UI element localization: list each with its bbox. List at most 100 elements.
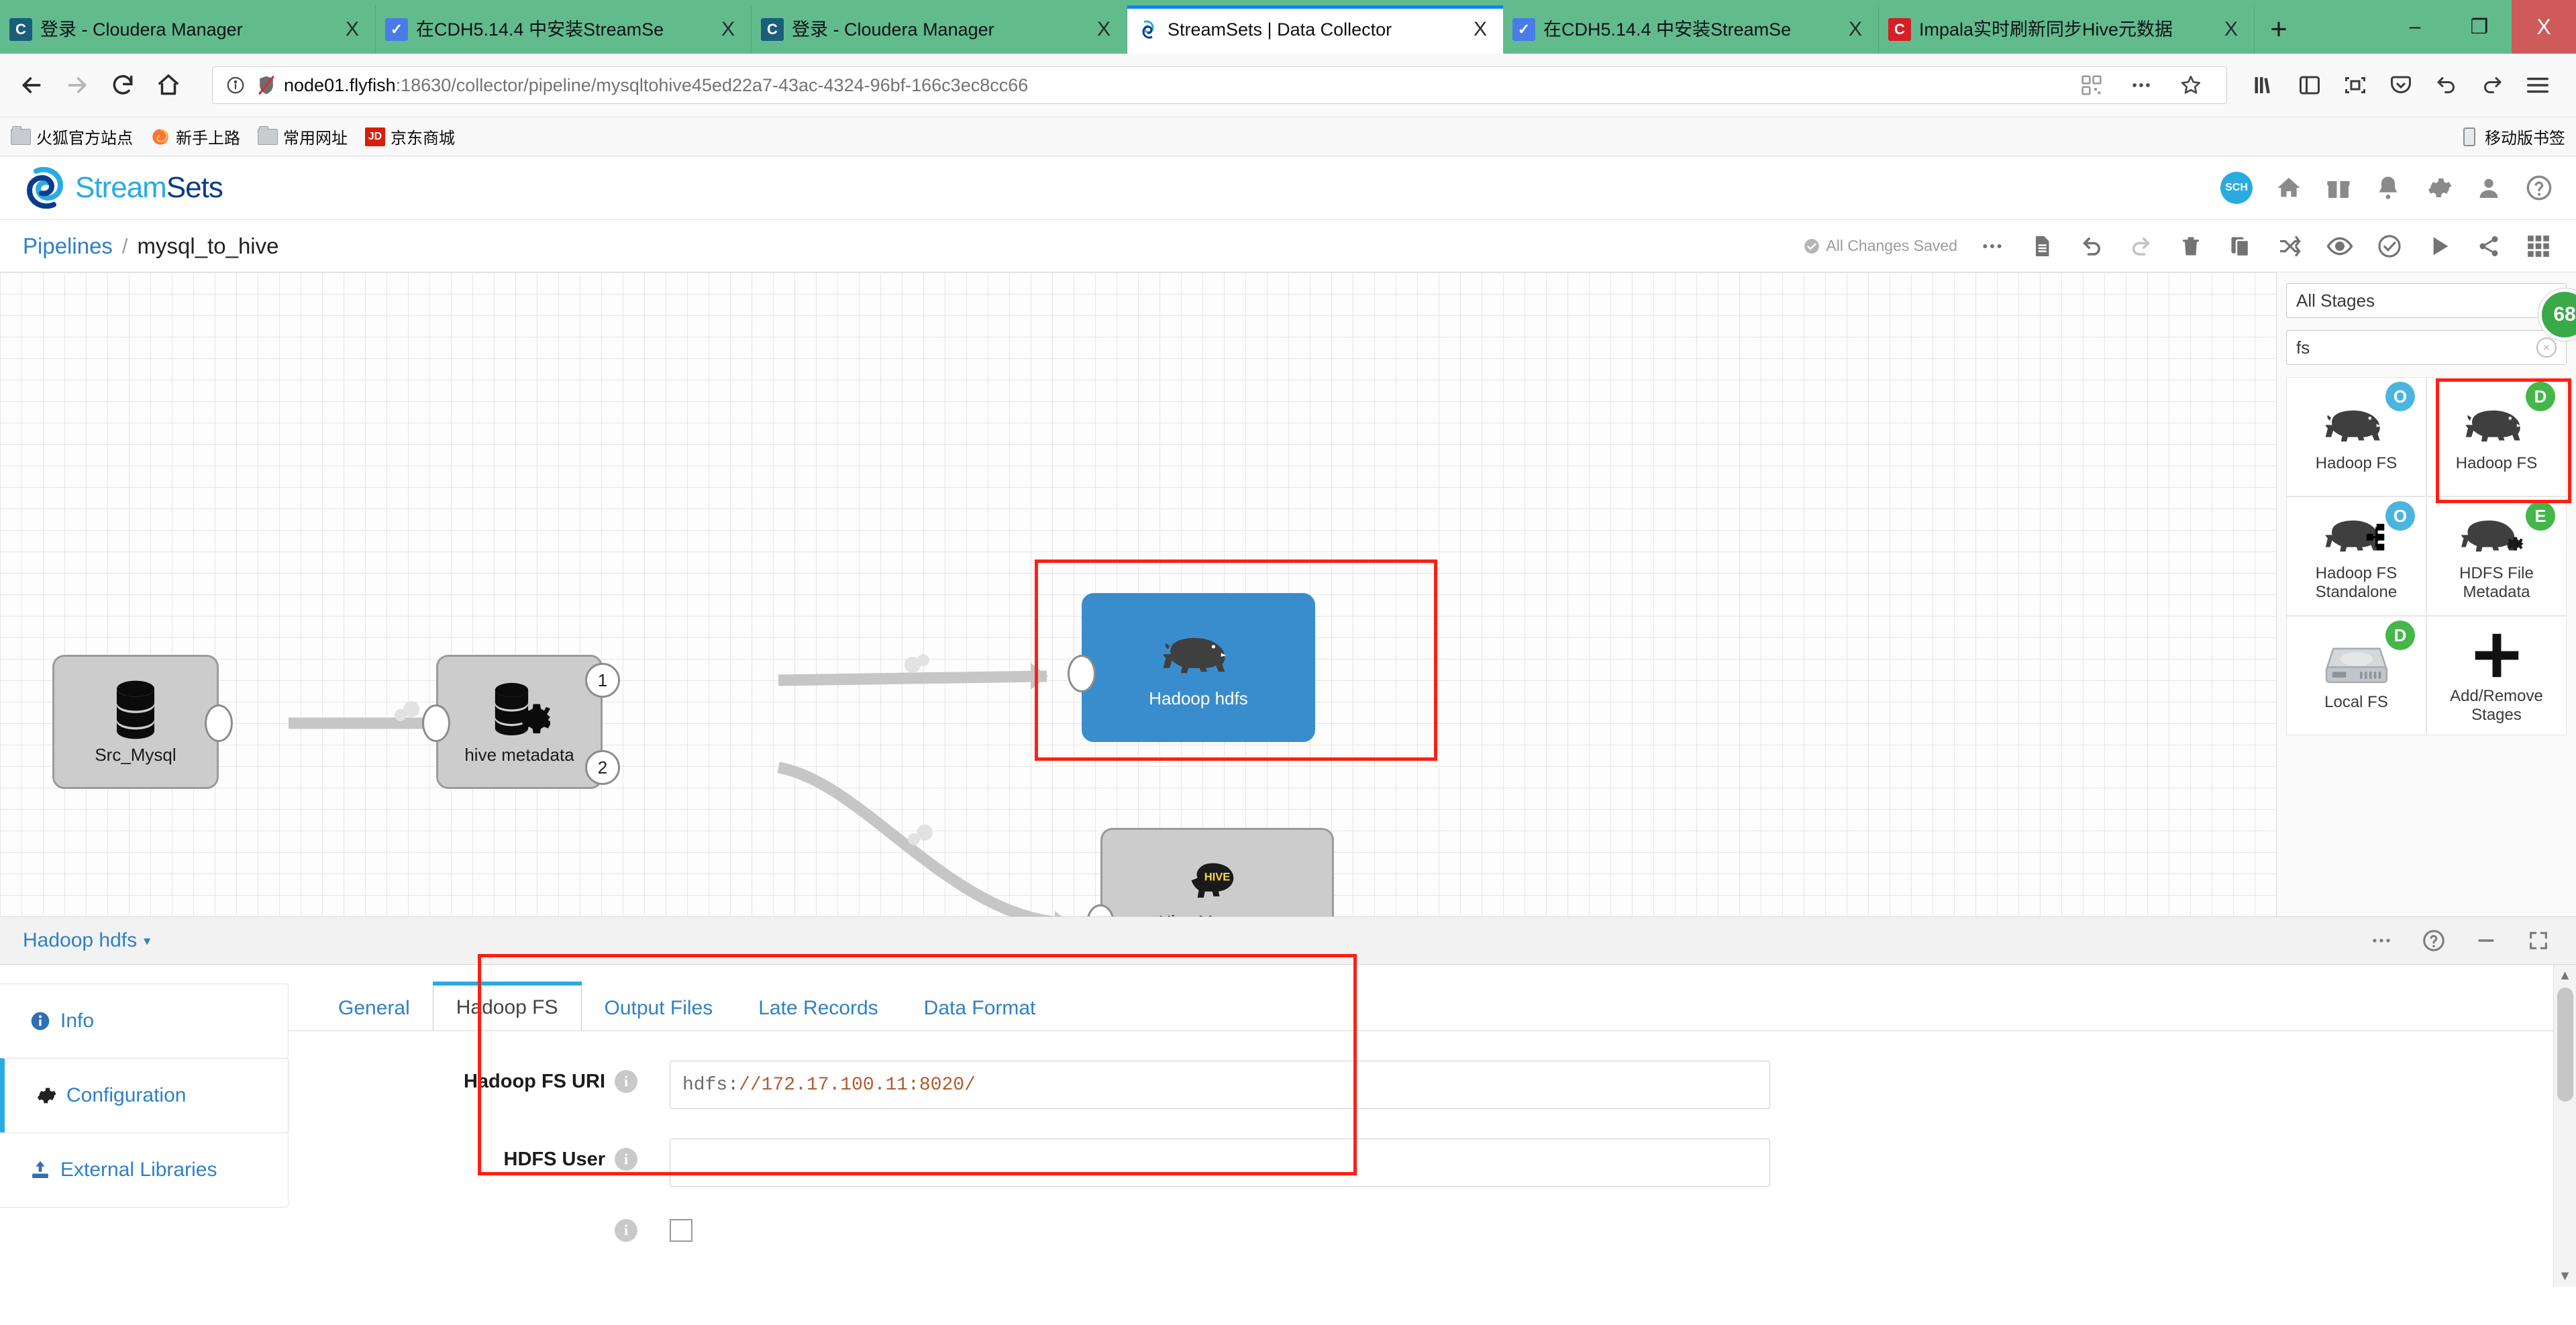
pipeline-stage-hive-metadata[interactable]: hive metadata xyxy=(436,655,603,789)
shuffle-icon[interactable] xyxy=(2275,231,2305,261)
sidebar-item-configuration[interactable]: Configuration xyxy=(0,1058,289,1133)
stage-library-item-hadoop-fs-origin[interactable]: O Hadoop FS xyxy=(2286,377,2426,496)
gear-icon[interactable] xyxy=(2424,174,2453,202)
new-tab-button[interactable]: + xyxy=(2255,5,2303,54)
reload-icon[interactable] xyxy=(103,66,142,105)
clear-icon[interactable]: × xyxy=(2536,337,2557,358)
help-icon[interactable] xyxy=(2525,174,2553,202)
stage-library-item-local-fs[interactable]: D Local FS xyxy=(2286,616,2426,735)
scroll-up-icon[interactable]: ▲ xyxy=(2554,965,2576,986)
browser-tab[interactable]: C Impala实时刷新同步Hive元数据 X xyxy=(1879,5,2255,54)
close-icon[interactable]: X xyxy=(1467,18,1494,41)
stage-search-input[interactable]: fs × xyxy=(2286,330,2567,365)
info-icon[interactable] xyxy=(222,72,249,99)
preview-icon[interactable] xyxy=(2325,231,2355,261)
shield-off-icon[interactable] xyxy=(253,72,280,99)
grid-icon[interactable] xyxy=(2524,231,2553,261)
properties-panel-title[interactable]: Hadoop hdfs xyxy=(23,929,137,952)
stage-input-port[interactable] xyxy=(422,704,450,742)
breadcrumb-pipelines[interactable]: Pipelines xyxy=(23,233,113,259)
library-icon[interactable] xyxy=(2245,66,2283,105)
bookmark-item[interactable]: 火狐官方站点 xyxy=(11,125,133,148)
help-icon[interactable] xyxy=(2419,926,2449,955)
notes-icon[interactable] xyxy=(2027,231,2057,261)
properties-scrollbar[interactable]: ▲ ▼ xyxy=(2553,965,2576,1287)
pipeline-canvas[interactable]: Src_Mysql hive metadata 1 2 Hadoop hdfs … xyxy=(0,272,2276,916)
close-icon[interactable]: X xyxy=(2218,18,2245,41)
info-icon[interactable]: i xyxy=(615,1148,637,1171)
duplicate-icon[interactable] xyxy=(2226,231,2255,261)
qrcode-icon[interactable] xyxy=(2072,66,2111,105)
delete-icon[interactable] xyxy=(2176,231,2206,261)
tab-hadoop-fs[interactable]: Hadoop FS xyxy=(432,982,582,1030)
pipeline-stage-src-mysql[interactable]: Src_Mysql xyxy=(52,655,219,789)
bookmark-star-icon[interactable] xyxy=(2171,66,2210,105)
screenshot-icon[interactable] xyxy=(2336,66,2375,105)
bookmark-item[interactable]: 常用网址 xyxy=(258,125,348,148)
redo-icon[interactable] xyxy=(2126,231,2156,261)
chevron-down-icon[interactable]: ▾ xyxy=(144,933,150,949)
browser-tab[interactable]: ✓ 在CDH5.14.4 中安装StreamSe X xyxy=(376,5,752,54)
stage-input-port[interactable] xyxy=(1068,655,1096,692)
info-icon[interactable]: i xyxy=(615,1219,637,1242)
bell-icon[interactable] xyxy=(2375,174,2402,201)
stage-library-item-add-remove-stages[interactable]: Add/Remove Stages xyxy=(2426,616,2567,735)
close-icon[interactable]: X xyxy=(1842,18,1869,41)
close-icon[interactable]: X xyxy=(1090,18,1117,41)
window-close-button[interactable]: X xyxy=(2512,0,2576,54)
start-icon[interactable] xyxy=(2424,231,2454,261)
menu-icon[interactable] xyxy=(2518,66,2557,105)
expand-icon[interactable] xyxy=(2524,926,2553,955)
pipeline-stage-hadoop-hdfs[interactable]: Hadoop hdfs xyxy=(1082,593,1315,742)
sch-badge[interactable]: SCH xyxy=(2220,172,2253,204)
undo-icon[interactable] xyxy=(2427,66,2466,105)
url-bar[interactable]: node01.flyfish:18630/collector/pipeline/… xyxy=(212,66,2227,104)
bookmark-mobile-folder[interactable]: 移动版书签 xyxy=(2459,125,2565,148)
browser-tab-active[interactable]: StreamSets | Data Collector X xyxy=(1127,5,1503,54)
info-icon[interactable]: i xyxy=(615,1070,637,1093)
home-icon[interactable] xyxy=(2275,174,2302,201)
sidebar-item-external-libraries[interactable]: External Libraries xyxy=(0,1132,289,1208)
browser-tab[interactable]: ✓ 在CDH5.14.4 中安装StreamSe X xyxy=(1503,5,1879,54)
stage-output-port[interactable] xyxy=(205,704,233,742)
stage-library-item-hadoop-fs-standalone[interactable]: O Hadoop FS Standalone xyxy=(2286,496,2426,616)
kerberos-checkbox[interactable] xyxy=(670,1219,692,1242)
home-icon[interactable] xyxy=(149,66,188,105)
tab-data-format[interactable]: Data Format xyxy=(901,985,1059,1030)
share-icon[interactable] xyxy=(2474,231,2504,261)
gift-icon[interactable] xyxy=(2325,174,2352,201)
more-icon[interactable] xyxy=(2122,66,2161,105)
close-icon[interactable]: X xyxy=(715,18,741,41)
sidebar-item-info[interactable]: Info xyxy=(0,984,289,1059)
stage-output-lane-1[interactable]: 1 xyxy=(585,663,620,698)
restore-button[interactable]: ❐ xyxy=(2447,0,2512,54)
user-icon[interactable] xyxy=(2475,174,2502,201)
browser-tab[interactable]: C 登录 - Cloudera Manager X xyxy=(0,5,376,54)
stage-output-lane-2[interactable]: 2 xyxy=(585,750,620,785)
validate-icon[interactable] xyxy=(2375,231,2404,261)
stage-library-item-hdfs-file-metadata[interactable]: E HDFS File Metadata xyxy=(2426,496,2567,616)
more-icon[interactable] xyxy=(1977,231,2007,261)
scroll-down-icon[interactable]: ▼ xyxy=(2554,1265,2576,1287)
sidebar-icon[interactable] xyxy=(2290,66,2329,105)
pocket-icon[interactable] xyxy=(2381,66,2420,105)
stage-library-item-hadoop-fs-destination[interactable]: D Hadoop FS xyxy=(2426,377,2567,496)
tab-late-records[interactable]: Late Records xyxy=(735,985,900,1030)
redo-icon[interactable] xyxy=(2473,66,2512,105)
more-icon[interactable] xyxy=(2367,926,2396,955)
hdfs-user-input[interactable] xyxy=(670,1138,1770,1187)
forward-icon[interactable] xyxy=(58,66,97,105)
bookmark-item[interactable]: JD 京东商城 xyxy=(365,125,455,148)
streamsets-logo[interactable]: StreamSets xyxy=(23,167,223,209)
minimize-button[interactable]: – xyxy=(2383,0,2447,54)
stage-filter-select[interactable]: All Stages ▾ xyxy=(2286,283,2567,318)
hadoop-fs-uri-input[interactable]: hdfs://172.17.100.11:8020/ xyxy=(670,1061,1770,1109)
minimize-icon[interactable] xyxy=(2471,926,2501,955)
tab-output-files[interactable]: Output Files xyxy=(582,985,736,1030)
close-icon[interactable]: X xyxy=(339,18,366,41)
bookmark-item[interactable]: 新手上路 xyxy=(150,125,240,148)
pipeline-stage-hive-metastore[interactable]: HIVE Hive Metastore xyxy=(1100,828,1334,916)
tab-general[interactable]: General xyxy=(315,985,433,1030)
back-icon[interactable] xyxy=(12,66,51,105)
scrollbar-thumb[interactable] xyxy=(2557,988,2573,1102)
